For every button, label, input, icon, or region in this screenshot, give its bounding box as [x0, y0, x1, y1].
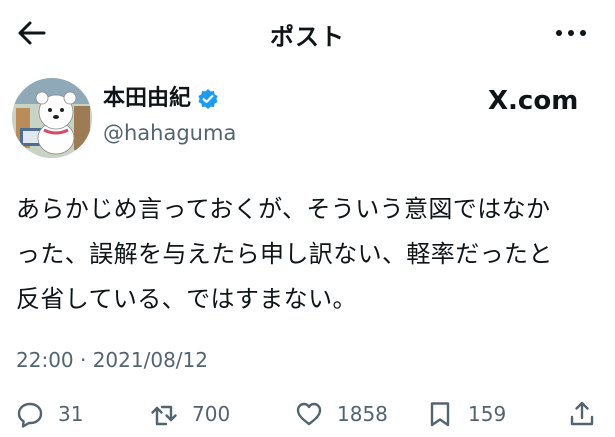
reply-count: 31 — [58, 402, 84, 426]
post-text-line: 反省している、ではすまない。 — [16, 285, 357, 313]
like-count: 1858 — [337, 402, 388, 426]
brand-label: X.com — [488, 88, 578, 114]
repost-count: 700 — [192, 402, 231, 426]
heart-icon — [296, 402, 322, 426]
bookmark-button[interactable]: 159 — [426, 396, 506, 432]
avatar[interactable] — [12, 78, 92, 158]
author-handle[interactable]: @hahaguma — [103, 123, 236, 144]
post-text-line: あらかじめ言っておくが、そういう意図ではなか — [16, 195, 551, 223]
verified-badge-icon — [197, 88, 219, 110]
repost-icon — [151, 405, 177, 426]
post-text-line: った、誤解を与えたら申し訳ない、軽率だったと — [16, 240, 553, 268]
bookmark-count: 159 — [468, 402, 507, 426]
action-bar: 31 700 1858 159 — [0, 396, 615, 432]
post-text: あらかじめ言っておくが、そういう意図ではなか った、誤解を与えたら申し訳ない、軽… — [16, 187, 606, 322]
reply-button[interactable]: 31 — [16, 396, 83, 432]
author-name-row[interactable]: 本田由紀 — [103, 88, 219, 110]
share-icon — [570, 401, 594, 426]
reply-icon — [17, 402, 43, 428]
like-button[interactable]: 1858 — [295, 396, 388, 432]
post-timestamp[interactable]: 22:00 · 2021/08/12 — [16, 350, 208, 370]
more-options-button[interactable] — [553, 18, 589, 48]
author-display-name: 本田由紀 — [103, 86, 192, 111]
bear-mascot-avatar — [12, 78, 92, 158]
more-horizontal-icon — [556, 30, 586, 36]
bookmark-icon — [430, 402, 450, 427]
share-button[interactable] — [568, 396, 596, 432]
page-title: ポスト — [270, 23, 345, 51]
top-bar: ポスト — [0, 0, 615, 66]
brand-text: X.com — [488, 86, 579, 116]
repost-button[interactable]: 700 — [150, 396, 230, 432]
